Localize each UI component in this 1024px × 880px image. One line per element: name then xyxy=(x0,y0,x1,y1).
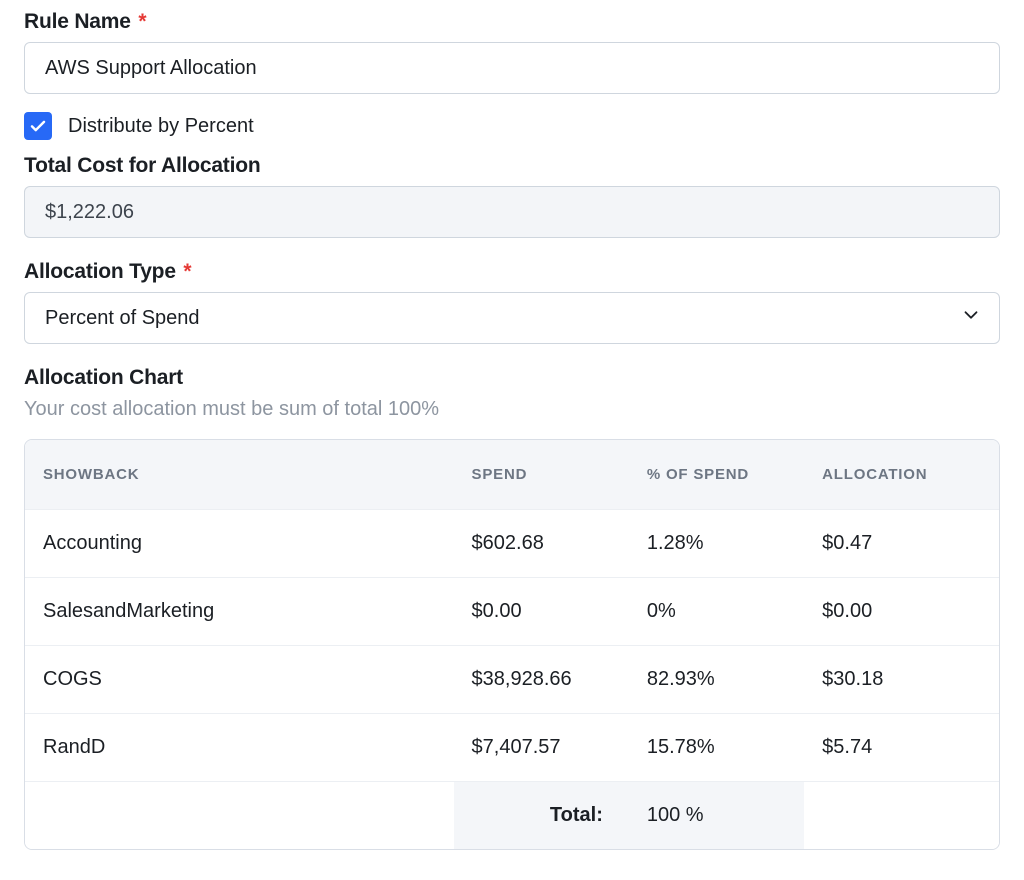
allocation-chart-help: Your cost allocation must be sum of tota… xyxy=(24,398,1000,421)
table-row: SalesandMarketing$0.000%$0.00 xyxy=(25,578,999,646)
table-row: RandD$7,407.5715.78%$5.74 xyxy=(25,714,999,782)
cell-spend: $7,407.57 xyxy=(454,714,629,782)
cell-alloc: $5.74 xyxy=(804,714,999,782)
cell-spend: $0.00 xyxy=(454,578,629,646)
distribute-by-percent-checkbox[interactable] xyxy=(24,112,52,140)
total-cost-display xyxy=(24,186,1000,238)
table-row: COGS$38,928.6682.93%$30.18 xyxy=(25,646,999,714)
allocation-total-label: Total: xyxy=(454,782,629,850)
total-cost-label: Total Cost for Allocation xyxy=(24,154,1000,178)
allocation-total-row: Total: 100 % xyxy=(25,782,999,850)
rule-name-input[interactable] xyxy=(24,42,1000,94)
cell-showback: COGS xyxy=(25,646,454,714)
cell-spend: $38,928.66 xyxy=(454,646,629,714)
col-header-allocation: ALLOCATION xyxy=(804,440,999,510)
cell-pct: 82.93% xyxy=(629,646,804,714)
allocation-chart-title: Allocation Chart xyxy=(24,366,1000,390)
cell-showback: SalesandMarketing xyxy=(25,578,454,646)
distribute-by-percent-label: Distribute by Percent xyxy=(68,115,254,138)
checkmark-icon xyxy=(29,117,47,135)
cell-pct: 0% xyxy=(629,578,804,646)
allocation-type-label: Allocation Type * xyxy=(24,260,1000,284)
cell-alloc: $0.47 xyxy=(804,510,999,578)
table-row: Accounting$602.681.28%$0.47 xyxy=(25,510,999,578)
allocation-type-select[interactable] xyxy=(24,292,1000,344)
cell-showback: RandD xyxy=(25,714,454,782)
allocation-table: SHOWBACK SPEND % OF SPEND ALLOCATION Acc… xyxy=(24,439,1000,850)
col-header-spend: SPEND xyxy=(454,440,629,510)
col-header-pct: % OF SPEND xyxy=(629,440,804,510)
cell-showback: Accounting xyxy=(25,510,454,578)
cell-pct: 15.78% xyxy=(629,714,804,782)
rule-name-label: Rule Name * xyxy=(24,10,1000,34)
cell-alloc: $30.18 xyxy=(804,646,999,714)
col-header-showback: SHOWBACK xyxy=(25,440,454,510)
cell-spend: $602.68 xyxy=(454,510,629,578)
cell-pct: 1.28% xyxy=(629,510,804,578)
allocation-total-value: 100 % xyxy=(629,782,804,850)
cell-alloc: $0.00 xyxy=(804,578,999,646)
